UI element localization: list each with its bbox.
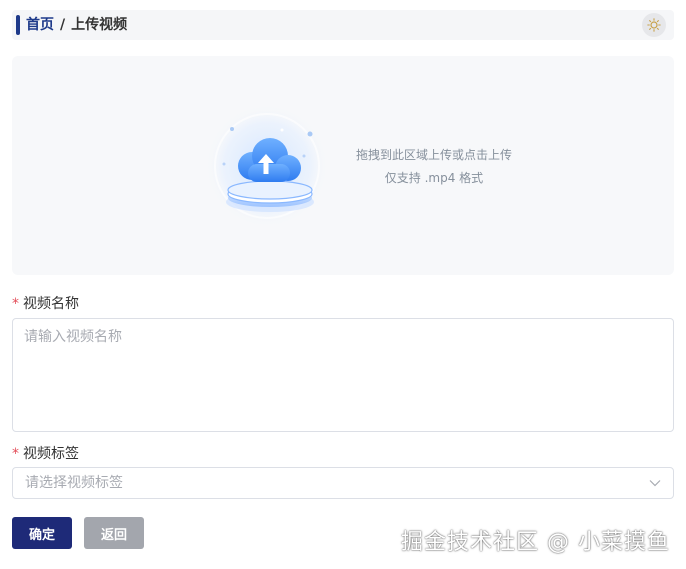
upload-hint-primary: 拖拽到此区域上传或点击上传 xyxy=(355,148,512,162)
video-name-input[interactable] xyxy=(12,318,674,432)
breadcrumb-home-link[interactable]: 首页 xyxy=(26,17,54,33)
upload-video-page: 首页 / 上传视频 拖拽到此区域上传或点击上传 仅支持 .mp4 格式 * 视频… xyxy=(0,0,686,569)
video-tag-select[interactable]: 请选择视频标签 xyxy=(12,467,674,499)
cloud-upload-icon xyxy=(205,104,329,228)
breadcrumb-accent-bar xyxy=(16,15,20,35)
required-mark: * xyxy=(12,446,19,462)
confirm-button[interactable]: 确定 xyxy=(12,517,72,549)
back-button[interactable]: 返回 xyxy=(84,517,144,549)
watermark: 掘金技术社区 @ 小菜摸鱼 xyxy=(401,530,670,555)
upload-dropzone[interactable]: 拖拽到此区域上传或点击上传 仅支持 .mp4 格式 xyxy=(12,56,674,275)
required-mark: * xyxy=(12,296,19,312)
upload-hint-format: 仅支持 .mp4 格式 xyxy=(384,171,484,185)
video-tag-label: * 视频标签 xyxy=(12,443,79,463)
video-name-label-text: 视频名称 xyxy=(23,296,79,312)
breadcrumb-bar: 首页 / 上传视频 xyxy=(12,10,674,40)
video-tag-placeholder: 请选择视频标签 xyxy=(25,475,123,491)
breadcrumb-current: 上传视频 xyxy=(71,17,128,33)
video-tag-label-text: 视频标签 xyxy=(23,446,79,462)
upload-hint: 拖拽到此区域上传或点击上传 仅支持 .mp4 格式 xyxy=(334,144,534,190)
breadcrumb-separator: / xyxy=(60,17,66,33)
breadcrumb: 首页 / 上传视频 xyxy=(26,10,127,40)
sun-icon xyxy=(647,18,661,32)
theme-toggle-button[interactable] xyxy=(642,13,666,37)
chevron-down-icon xyxy=(649,480,661,487)
video-name-label: * 视频名称 xyxy=(12,293,79,313)
